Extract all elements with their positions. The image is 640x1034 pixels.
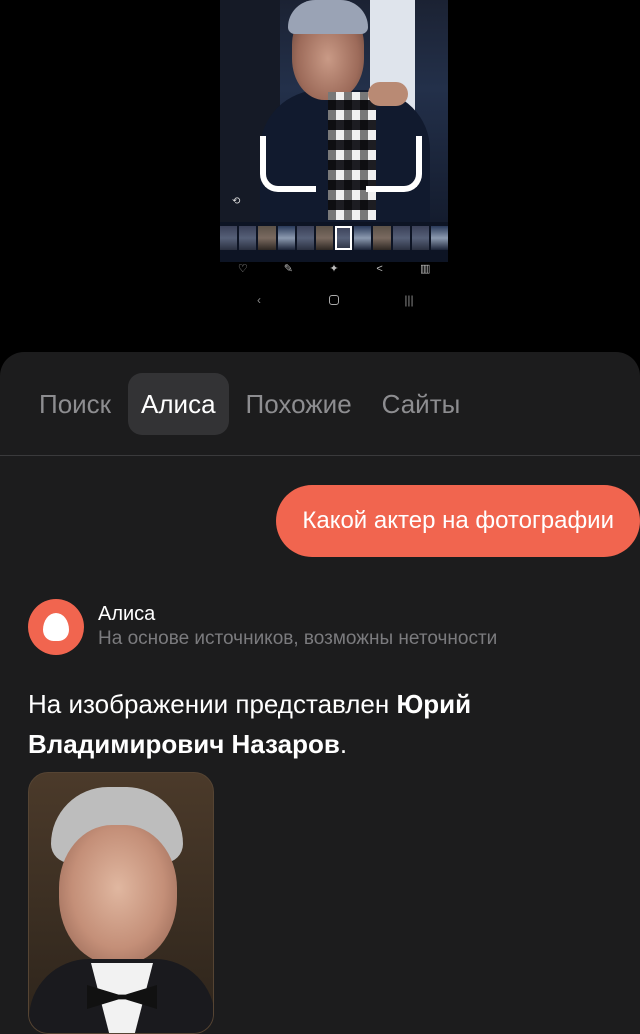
answer-suffix: . [339, 729, 348, 759]
tab-similar[interactable]: Похожие [233, 373, 365, 435]
gallery-actions: ♡ ✎ ✦ < ▥ [220, 262, 448, 276]
sparkle-icon[interactable]: ✦ [327, 262, 341, 276]
tab-bar: Поиск Алиса Похожие Сайты [0, 372, 640, 436]
crop-corner-bottom-right[interactable] [366, 136, 422, 192]
assistant-meta: Алиса На основе источников, возможны нет… [98, 602, 497, 652]
share-icon[interactable]: < [373, 262, 387, 276]
thumbnail[interactable] [277, 226, 295, 250]
thumbnail[interactable] [296, 226, 314, 250]
thumbnail[interactable] [373, 226, 391, 250]
tab-alice[interactable]: Алиса [128, 373, 229, 435]
system-nav-bar: ‹ ||| [220, 292, 448, 308]
crop-corner-bottom-left[interactable] [260, 136, 316, 192]
back-icon[interactable]: ‹ [251, 292, 267, 308]
source-photo[interactable]: ⟲ [220, 0, 448, 222]
thumbnail[interactable] [220, 226, 238, 250]
crop-frame[interactable] [260, 0, 422, 192]
rotate-icon[interactable]: ⟲ [232, 196, 244, 208]
search-sheet: Поиск Алиса Похожие Сайты Какой актер на… [0, 352, 640, 1034]
alice-logo-icon [28, 599, 84, 655]
thumbnail[interactable] [411, 226, 429, 250]
home-icon[interactable] [329, 295, 339, 305]
result-person-photo[interactable] [28, 772, 214, 1034]
thumbnail[interactable] [430, 226, 448, 250]
thumbnail[interactable] [239, 226, 257, 250]
assistant-header: Алиса На основе источников, возможны нет… [28, 599, 497, 655]
thumbnail-active[interactable] [335, 226, 353, 250]
gallery-screenshot: ⟲ [220, 0, 448, 262]
trash-icon[interactable]: ▥ [418, 262, 432, 276]
user-message-bubble[interactable]: Какой актер на фотографии [276, 485, 640, 557]
assistant-name: Алиса [98, 603, 156, 625]
thumbnail[interactable] [392, 226, 410, 250]
result-photo-face [59, 825, 177, 965]
thumbnail[interactable] [258, 226, 276, 250]
pencil-icon[interactable]: ✎ [281, 262, 295, 276]
thumbnail[interactable] [354, 226, 372, 250]
recents-icon[interactable]: ||| [401, 292, 417, 308]
heart-icon[interactable]: ♡ [236, 262, 250, 276]
photo-preview: ⟲ ♡ ✎ ✦ < ▥ ‹ ||| [0, 0, 640, 352]
assistant-disclaimer: На основе источников, возможны неточност… [98, 628, 498, 649]
tab-sites[interactable]: Сайты [369, 373, 474, 435]
assistant-answer: На изображении представлен Юрий Владимир… [28, 684, 618, 764]
divider [0, 455, 640, 456]
thumbnail[interactable] [315, 226, 334, 250]
thumbnail-strip [220, 226, 448, 250]
tab-search[interactable]: Поиск [26, 373, 124, 435]
answer-prefix: На изображении представлен [28, 689, 397, 719]
